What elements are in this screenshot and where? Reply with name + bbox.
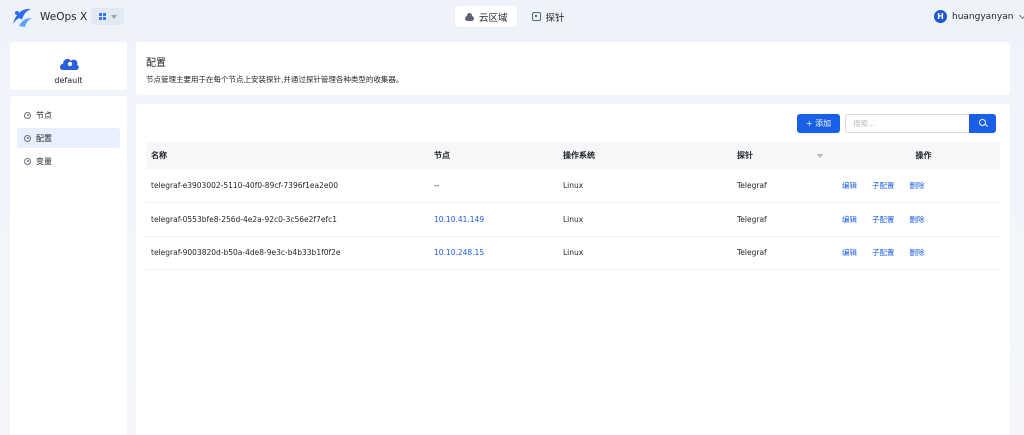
cell-os: Linux: [563, 248, 584, 258]
node-icon: [24, 111, 31, 119]
chevron-down-icon: [110, 14, 117, 19]
filter-icon[interactable]: [816, 153, 823, 158]
app-switcher-button[interactable]: [91, 8, 124, 25]
avatar: H: [934, 10, 947, 23]
cell-name: telegraf-0553bfe8-256d-4e2a-92c0-3c56e2f…: [151, 214, 337, 224]
config-table: 名称 节点 操作系统 探针 操作 telegraf-e3903002-5110-…: [146, 142, 1000, 270]
sidebar: 节点 配置 变量: [10, 96, 127, 435]
sidebar-item-label: 变量: [36, 156, 52, 166]
config-table-card: + 添加 名称 节点 操作系统 探针 操作 telegraf-e3903002: [136, 104, 1010, 435]
tab-label: 探针: [545, 12, 565, 24]
cell-actions: 编辑 子配置 删除: [842, 203, 1000, 237]
sub-config-link[interactable]: 子配置: [872, 214, 895, 225]
column-header-node: 节点: [434, 151, 450, 160]
cell-name: telegraf-9003820d-b50a-4de8-9e3c-b4b33b1…: [151, 248, 341, 258]
cluster-card: default: [10, 42, 127, 90]
sidebar-item-label: 配置: [36, 133, 52, 143]
column-header-probe: 探针: [732, 142, 842, 169]
page-description: 节点管理主要用于在每个节点上安装探针,并通过探针管理各种类型的收集器。: [146, 75, 404, 84]
add-button[interactable]: + 添加: [797, 114, 840, 133]
cloud-icon: [464, 12, 474, 21]
table-row: telegraf-e3903002-5110-40f0-89cf-7396f1e…: [146, 169, 1000, 203]
cell-probe: Telegraf: [737, 181, 767, 190]
sub-config-link[interactable]: 子配置: [872, 180, 895, 191]
tab-label: 云区域: [479, 12, 508, 24]
chevron-down-icon: [1019, 11, 1024, 19]
app-title: WeOps X: [40, 11, 88, 23]
user-name: huangyanyan: [952, 11, 1014, 22]
cluster-name: default: [54, 76, 83, 85]
sidebar-item-config[interactable]: 配置: [17, 128, 120, 148]
delete-link[interactable]: 删除: [910, 214, 925, 225]
cell-os: Linux: [563, 181, 584, 190]
sidebar-item-variables[interactable]: 变量: [17, 151, 120, 171]
variable-icon: [24, 157, 31, 165]
cell-probe: Telegraf: [737, 248, 767, 258]
edit-link[interactable]: 编辑: [842, 180, 857, 191]
cell-node-link[interactable]: 10.10.41.149: [429, 203, 558, 237]
search-button[interactable]: [969, 114, 996, 133]
cell-os: Linux: [563, 214, 584, 224]
cell-node-link[interactable]: 10.10.248.15: [429, 236, 558, 270]
delete-link[interactable]: 删除: [910, 180, 925, 191]
weops-logo-icon: [13, 8, 32, 27]
app-grid-icon: [98, 13, 106, 20]
tab-probe[interactable]: 探针: [523, 6, 574, 27]
sub-config-link[interactable]: 子配置: [872, 247, 895, 258]
sidebar-item-nodes[interactable]: 节点: [17, 105, 120, 125]
cell-name: telegraf-e3903002-5110-40f0-89cf-7396f1e…: [151, 181, 339, 190]
top-header: WeOps X 云区域 探针 H huangyanyan: [0, 0, 1024, 34]
tab-cloud-region[interactable]: 云区域: [455, 6, 517, 27]
config-icon: [24, 134, 31, 142]
page-intro: 配置 节点管理主要用于在每个节点上安装探针,并通过探针管理各种类型的收集器。: [136, 42, 1010, 95]
sidebar-item-label: 节点: [36, 110, 52, 120]
table-row: telegraf-0553bfe8-256d-4e2a-92c0-3c56e2f…: [146, 203, 1000, 237]
cloud-location-icon: [60, 58, 79, 70]
search-icon: [979, 119, 986, 126]
column-header-os: 操作系统: [563, 151, 595, 160]
edit-link[interactable]: 编辑: [842, 214, 857, 225]
top-nav: 云区域 探针: [455, 6, 574, 27]
column-header-actions: 操作: [915, 151, 932, 160]
probe-icon: [531, 12, 541, 21]
cell-actions: 编辑 子配置 删除: [842, 236, 1000, 270]
cell-node: --: [434, 181, 440, 190]
cell-actions: 编辑 子配置 删除: [842, 169, 1000, 203]
edit-link[interactable]: 编辑: [842, 247, 857, 258]
table-row: telegraf-9003820d-b50a-4de8-9e3c-b4b33b1…: [146, 236, 1000, 270]
delete-link[interactable]: 删除: [910, 247, 925, 258]
user-menu[interactable]: H huangyanyan: [934, 10, 1024, 23]
cell-probe: Telegraf: [737, 214, 767, 224]
table-header-row: 名称 节点 操作系统 探针 操作: [146, 142, 1000, 169]
page-title: 配置: [146, 58, 166, 69]
search-input[interactable]: [845, 114, 969, 133]
column-header-name: 名称: [151, 151, 167, 160]
column-header-label: 探针: [737, 151, 753, 160]
